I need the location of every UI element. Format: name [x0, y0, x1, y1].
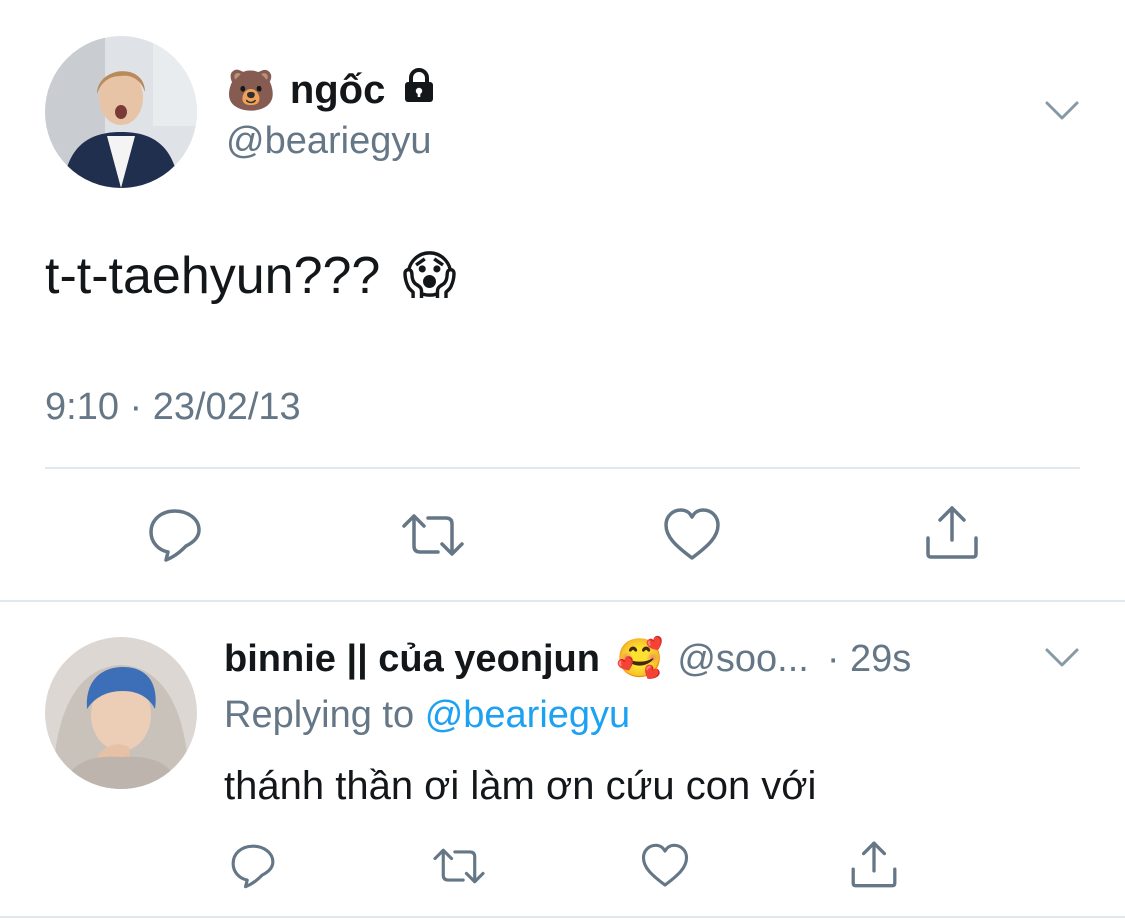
share-icon — [851, 841, 897, 888]
retweet-icon — [402, 514, 464, 556]
user-handle[interactable]: @soo... — [677, 638, 809, 681]
avatar-photo — [45, 637, 197, 789]
share-icon — [926, 506, 978, 559]
avatar[interactable] — [45, 36, 197, 188]
avatar[interactable] — [45, 637, 197, 789]
bear-emoji: 🐻 — [226, 68, 276, 113]
reply-header: binnie || của yeonjun 🥰 @soo... · 29s — [224, 634, 911, 684]
reply-time[interactable]: · 29s — [827, 638, 911, 681]
heart-icon — [641, 843, 689, 887]
replying-to-label: Replying to — [224, 694, 415, 736]
like-button[interactable] — [640, 842, 690, 890]
reply-icon — [149, 509, 201, 562]
share-button[interactable] — [848, 838, 900, 890]
heart-icon — [664, 508, 720, 560]
reply-icon — [231, 844, 275, 889]
chevron-down-icon[interactable] — [1044, 646, 1080, 670]
lock-icon — [399, 65, 439, 115]
tweet-text: t-t-taehyun??? 😱 — [45, 246, 457, 306]
display-name-row[interactable]: 🐻 ngốc — [226, 64, 439, 116]
share-button[interactable] — [922, 502, 982, 562]
like-button[interactable] — [662, 506, 722, 564]
replying-to: Replying to @beariegyu — [224, 694, 630, 737]
smiling-hearts-emoji: 🥰 — [615, 638, 664, 680]
tweet-detail-page: 🐻 ngốc @beariegyu t-t-taehyun??? 😱 9:10 … — [0, 0, 1125, 920]
divider — [0, 600, 1125, 602]
user-handle[interactable]: @beariegyu — [226, 120, 431, 163]
mention-link[interactable]: @beariegyu — [425, 694, 630, 736]
divider — [0, 916, 1125, 918]
chevron-down-icon[interactable] — [1044, 98, 1080, 124]
reply-text: thánh thần ơi làm ơn cứu con với — [224, 764, 817, 808]
display-name[interactable]: ngốc — [290, 68, 386, 113]
tweet-text-body: t-t-taehyun??? — [45, 247, 381, 305]
display-name[interactable]: binnie || của yeonjun — [224, 638, 600, 681]
tweet-timestamp[interactable]: 9:10 · 23/02/13 — [45, 386, 301, 429]
reply-button[interactable] — [146, 506, 204, 564]
retweet-button[interactable] — [430, 842, 488, 890]
retweet-button[interactable] — [400, 506, 466, 564]
retweet-icon — [433, 848, 485, 884]
screaming-emoji: 😱 — [402, 247, 457, 305]
divider — [45, 467, 1080, 469]
avatar-photo — [45, 36, 197, 188]
reply-button[interactable] — [228, 842, 278, 890]
